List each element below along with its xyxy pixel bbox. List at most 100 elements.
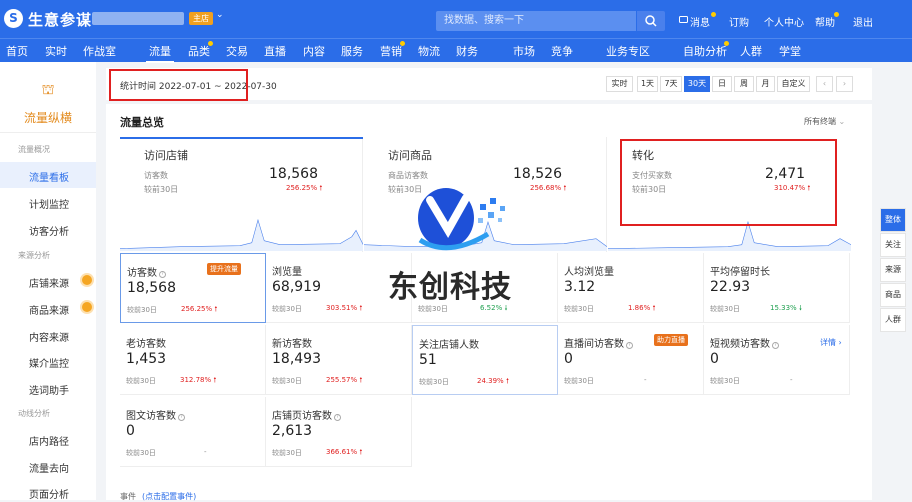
sidebar-item-shop-source[interactable]: 店铺来源 [29,275,69,290]
metric-old-visitors[interactable]: 老访客数 1,453 较前30日 312.78% 🠕 [120,325,266,395]
info-icon: ? [626,342,633,349]
metric-name: 浏览量 [272,267,302,278]
metric-name: 访客数? [127,264,166,279]
metric-compare: 较前30日 [419,378,449,386]
quicknav-source[interactable]: 来源 [880,258,906,282]
nav-item-market[interactable]: 市场 [513,43,535,59]
profile-link[interactable]: 个人中心 [764,14,804,29]
period-month-button[interactable]: 月 [756,76,775,92]
metric-pct: - [204,448,207,456]
app-title[interactable]: 生意参谋 [28,9,92,30]
period-realtime-button[interactable]: 实时 [606,76,633,92]
quicknav-overall[interactable]: 整体 [880,208,906,232]
nav-item-competition[interactable]: 竞争 [551,43,573,59]
logout-link[interactable]: 退出 [853,14,873,29]
terminal-select[interactable]: 所有终端 ⌄ [804,116,845,127]
nav-category-dot [208,41,213,46]
sidebar-item-content-source[interactable]: 内容来源 [29,329,69,344]
nav-item-live[interactable]: 直播 [264,43,286,59]
nav-item-logistics[interactable]: 物流 [418,43,440,59]
quicknav-follow[interactable]: 关注 [880,233,906,257]
subscribe-link[interactable]: 订购 [729,14,749,29]
sidebar-title: 流量纵横 [23,111,72,125]
details-link[interactable]: 详情 › [820,337,842,348]
nav-item-traffic[interactable]: 流量 [149,43,171,59]
sidebar-item-keyword-helper[interactable]: 选词助手 [29,382,69,397]
nav-item-finance[interactable]: 财务 [456,43,478,59]
metric-shop-followers[interactable]: 关注店铺人数 51 较前30日 24.39% 🠕 [412,325,558,395]
message-icon [679,16,688,23]
metric-value: 22.93 [710,279,751,295]
nav-item-war-room[interactable]: 作战室 [83,43,116,59]
info-icon: ? [159,271,166,278]
period-week-button[interactable]: 周 [734,76,754,92]
nav-item-category[interactable]: 品类 [188,43,210,59]
period-1day-button[interactable]: 1天 [637,76,658,92]
metric-avg-stay[interactable]: 平均停留时长 22.93 较前30日 15.33% 🠗 [704,253,850,323]
metric-value: 51 [419,352,437,368]
sidebar-item-media-monitor[interactable]: 媒介监控 [29,355,69,370]
sidebar-item-traffic-board[interactable]: 流量看板 [29,169,69,184]
metric-new-visitors[interactable]: 新访客数 18,493 较前30日 255.57% 🠕 [266,325,412,395]
messages-link[interactable]: 消息 [690,14,710,29]
info-icon: ? [334,414,341,421]
boost-live-button[interactable]: 助力直播 [654,334,688,346]
configure-events-link[interactable]: (点击配置事件) [142,491,196,502]
app-logo-icon: S [4,9,23,28]
metric-value: 2,613 [272,423,313,439]
arrow-up-icon: 🠕 [359,448,363,456]
nav-item-business-zone[interactable]: 业务专区 [606,43,650,59]
help-link[interactable]: 帮助 [815,14,835,29]
card-shop-visits[interactable]: 访问店铺 访客数 18,568 较前30日 256.25% 🠕 [120,137,363,252]
nav-item-content[interactable]: 内容 [303,43,325,59]
next-period-chevron-icon[interactable]: › [836,76,853,92]
metric-value: 0 [126,423,135,439]
search-button[interactable] [637,11,665,31]
metric-name: 平均停留时长 [710,267,770,278]
shop-switch-chevron-icon[interactable]: ⌄ [216,10,224,20]
card-title: 访问店铺 [144,149,188,162]
nav-item-crowd[interactable]: 人群 [740,43,762,59]
nav-marketing-dot [400,41,405,46]
metric-value: 68,919 [272,279,321,295]
metric-article-visitors[interactable]: 图文访客数? 0 较前30日 - [120,397,266,467]
metric-compare: 较前30日 [272,449,302,457]
metric-shop-page-visitors[interactable]: 店铺页访客数? 2,613 较前30日 366.61% 🠕 [266,397,412,467]
quicknav-crowd[interactable]: 人群 [880,308,906,332]
boost-traffic-button[interactable]: 提升流量 [207,263,241,275]
nav-item-self-analysis[interactable]: 自助分析 [683,43,727,59]
quicknav-product[interactable]: 商品 [880,283,906,307]
nav-item-home[interactable]: 首页 [6,43,28,59]
sidebar-item-plan-monitor[interactable]: 计划监控 [29,196,69,211]
metric-pv-per-visitor[interactable]: 人均浏览量 3.12 较前30日 1.86% 🠕 [558,253,704,323]
card-value: 18,568 [269,166,318,182]
sidebar-item-traffic-exit[interactable]: 流量去向 [29,460,69,475]
nav-item-trade[interactable]: 交易 [226,43,248,59]
metric-live-visitors[interactable]: 直播间访客数? 助力直播 0 较前30日 - [558,325,704,395]
metric-visitors[interactable]: 访客数? 提升流量 18,568 较前30日 256.25% 🠕 [120,253,266,323]
nav-item-marketing[interactable]: 营销 [380,43,402,59]
nav-item-academy[interactable]: 学堂 [779,43,801,59]
events-label: 事件 [120,492,136,501]
sidebar-item-page-analysis[interactable]: 页面分析 [29,486,69,501]
section-title: 流量总览 [120,116,164,129]
sidebar-divider [0,132,96,133]
product-source-dot [82,302,92,312]
arrow-up-icon: 🠕 [214,305,218,313]
sidebar-item-visitor-analysis[interactable]: 访客分析 [29,223,69,238]
sidebar-item-shop-path[interactable]: 店内路径 [29,433,69,448]
sidebar-item-product-source[interactable]: 商品来源 [29,302,69,317]
prev-period-chevron-icon[interactable]: ‹ [816,76,833,92]
nav-item-realtime[interactable]: 实时 [45,43,67,59]
period-30day-button[interactable]: 30天 [684,76,710,92]
period-custom-button[interactable]: 自定义 [777,76,810,92]
period-day-button[interactable]: 日 [712,76,732,92]
watermark-text: 东创科技 [388,270,512,305]
nav-item-service[interactable]: 服务 [341,43,363,59]
date-range-highlight [109,69,248,101]
period-7day-button[interactable]: 7天 [660,76,682,92]
metric-compare: 较前30日 [710,377,740,385]
chevron-down-icon: ⌄ [838,117,846,126]
search-input[interactable]: 找数据、搜索一下 [436,11,636,31]
metric-video-visitors[interactable]: 短视频访客数? 详情 › 0 较前30日 - [704,325,850,395]
